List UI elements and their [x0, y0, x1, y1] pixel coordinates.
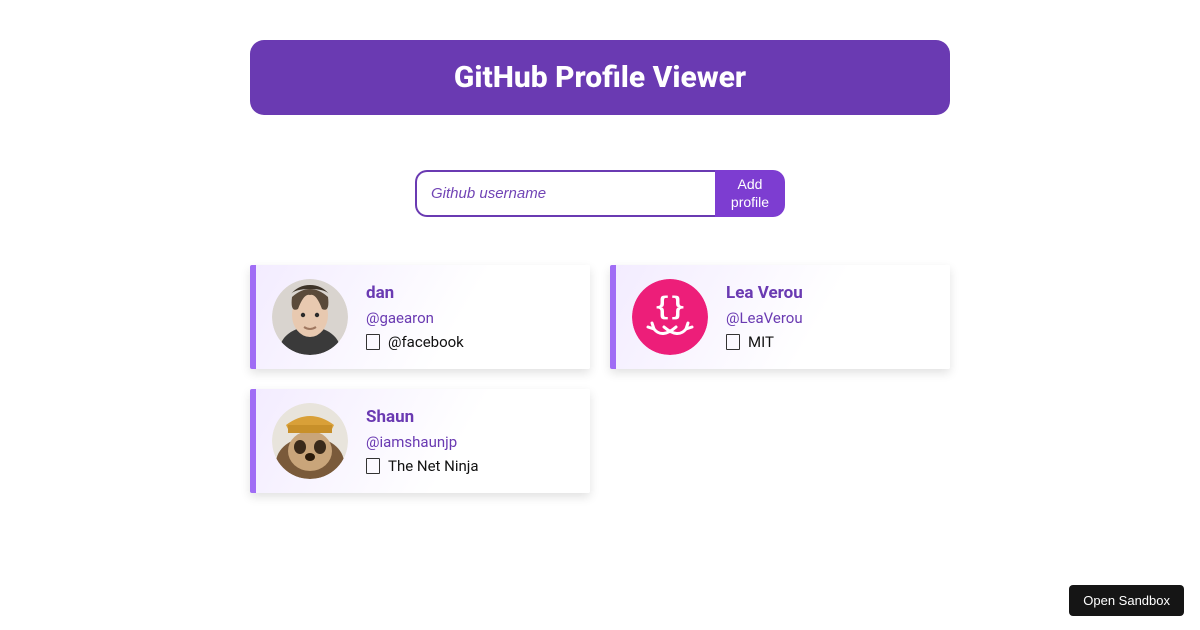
profile-name: Shaun [366, 407, 479, 427]
profile-company: The Net Ninja [388, 457, 479, 475]
building-icon [366, 458, 380, 474]
profile-handle: @LeaVerou [726, 309, 803, 327]
avatar [272, 279, 348, 355]
profile-name: dan [366, 283, 464, 303]
profile-handle: @gaearon [366, 309, 464, 327]
profile-card: Shaun @iamshaunjp The Net Ninja [250, 389, 590, 493]
profile-grid: dan @gaearon @facebook {} [250, 265, 950, 493]
username-input[interactable] [415, 170, 715, 217]
svg-text:{}: {} [654, 292, 685, 322]
add-profile-button[interactable]: Add profile [715, 170, 785, 217]
profile-company: MIT [748, 333, 774, 351]
profile-card: dan @gaearon @facebook [250, 265, 590, 369]
building-icon [366, 334, 380, 350]
add-profile-form: Add profile [415, 170, 785, 217]
building-icon [726, 334, 740, 350]
profile-handle: @iamshaunjp [366, 433, 479, 451]
avatar [272, 403, 348, 479]
profile-card: {} Lea Verou @LeaVerou MIT [610, 265, 950, 369]
open-sandbox-button[interactable]: Open Sandbox [1069, 585, 1184, 616]
page-title: GitHub Profile Viewer [250, 40, 950, 115]
avatar: {} [632, 279, 708, 355]
profile-company: @facebook [388, 333, 464, 351]
profile-name: Lea Verou [726, 283, 803, 303]
